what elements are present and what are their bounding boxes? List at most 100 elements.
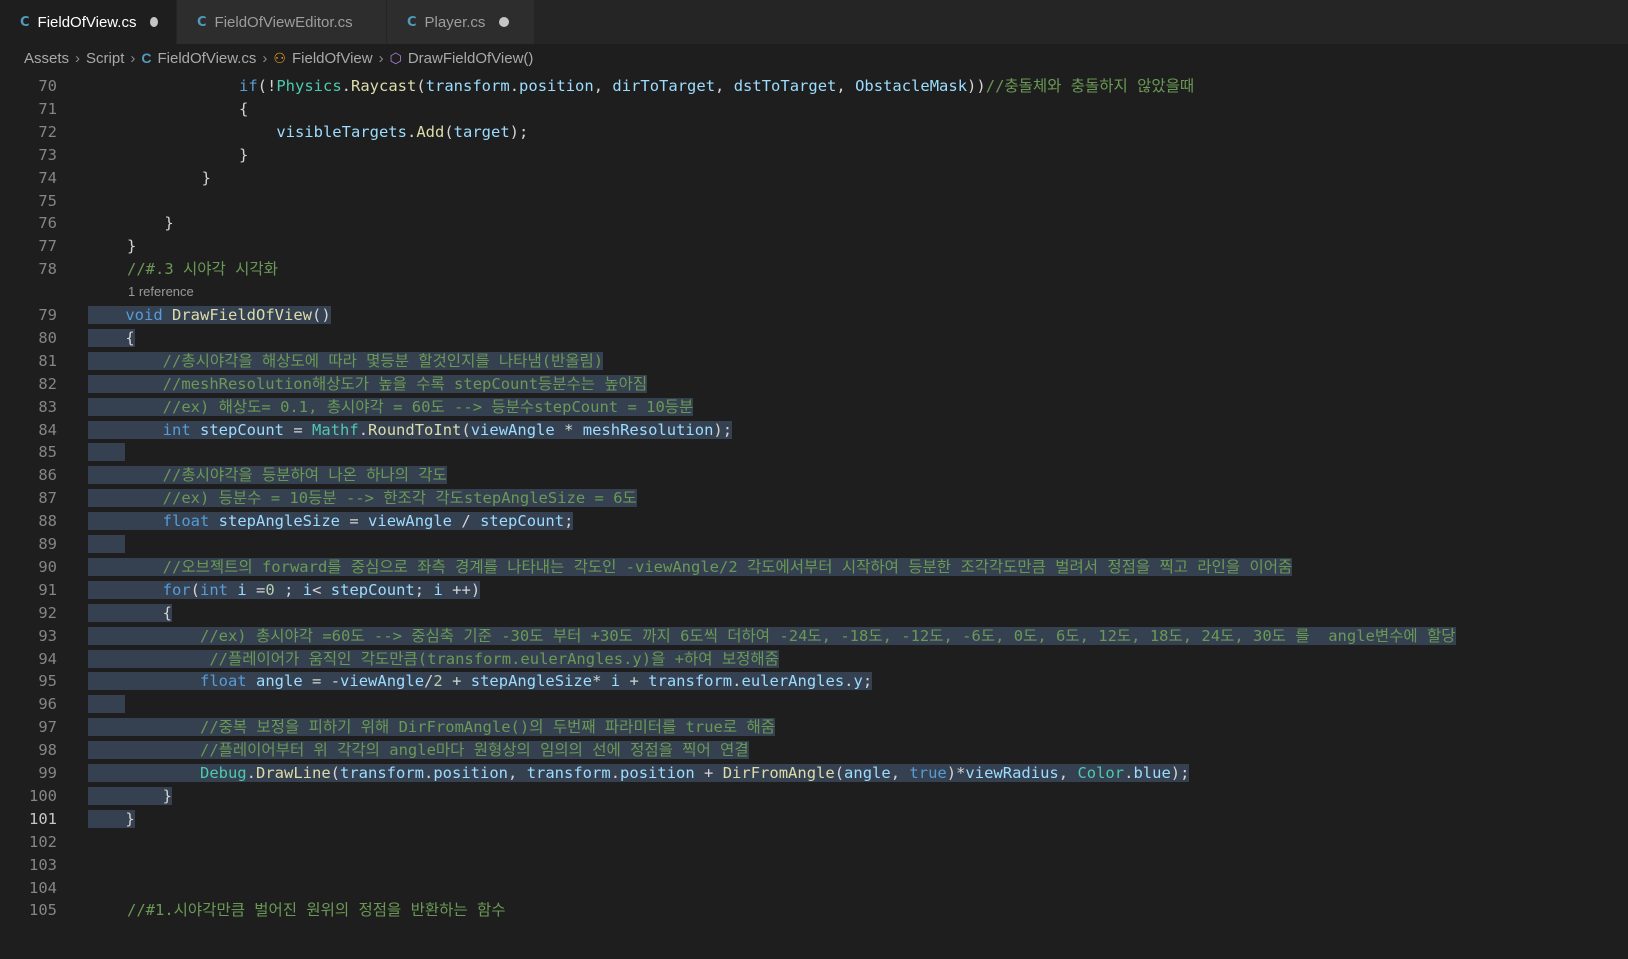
code-text: if(!Physics.Raycast(transform.position, …: [238, 77, 1195, 95]
code-line[interactable]: 82 //meshResolution해상도가 높을 수록 stepCount등…: [0, 373, 1628, 397]
line-number: 96: [38, 695, 57, 714]
breadcrumb-item-assets[interactable]: Assets: [24, 50, 69, 67]
breadcrumb-item-file[interactable]: FieldOfView.cs: [157, 50, 256, 67]
code-line[interactable]: 74 }: [0, 167, 1628, 191]
line-number: 79: [38, 306, 57, 324]
code-text: //ex) 등분수 = 10등분 --> 한조각 각도stepAngleSize…: [88, 487, 637, 511]
code-line[interactable]: 90 //오브젝트의 forward를 중심으로 좌측 경계를 나타내는 각도인…: [0, 556, 1628, 580]
chevron-right-icon: ›: [75, 49, 81, 67]
tab-fieldofview-cs[interactable]: C FieldOfView.cs: [0, 0, 177, 44]
code-text: }: [164, 214, 174, 233]
code-line[interactable]: 84 int stepCount = Mathf.RoundToInt(view…: [0, 419, 1628, 443]
line-number: 88: [38, 512, 57, 531]
code-text: //플레이어부터 위 각각의 angle마다 원형상의 임의의 선에 정점을 찍…: [88, 739, 749, 763]
line-number: 103: [29, 855, 57, 874]
code-line[interactable]: 73 }: [0, 144, 1628, 168]
code-text: Debug.DrawLine(transform.position, trans…: [88, 762, 1190, 786]
code-text: {: [238, 99, 249, 118]
close-icon[interactable]: [367, 17, 368, 27]
line-number: 78: [38, 260, 57, 279]
code-line[interactable]: 91 for(int i =0 ; i< stepCount; i ++): [0, 579, 1628, 603]
modified-dot-icon[interactable]: [150, 17, 158, 27]
csharp-file-icon: C: [407, 14, 417, 30]
code-text: [88, 533, 126, 557]
code-line[interactable]: 71 {: [0, 98, 1628, 122]
breadcrumb-item-script[interactable]: Script: [86, 50, 124, 67]
modified-dot-icon[interactable]: [499, 17, 510, 27]
code-line[interactable]: 103: [0, 854, 1628, 878]
line-number: 102: [29, 832, 57, 851]
tab-fieldofvieweditor-cs[interactable]: C FieldOfViewEditor.cs: [177, 0, 387, 44]
code-line[interactable]: 100 }: [0, 785, 1628, 809]
code-line[interactable]: 76 }: [0, 212, 1628, 236]
code-text: float stepAngleSize = viewAngle / stepCo…: [88, 510, 574, 534]
line-number: 91: [38, 580, 57, 599]
line-number: 87: [38, 489, 57, 508]
code-text: //ex) 총시야각 =60도 --> 중심축 기준 -30도 부터 +30도 …: [88, 625, 1456, 649]
line-number: 89: [38, 535, 57, 553]
code-line[interactable]: 92 {: [0, 602, 1628, 626]
code-line[interactable]: 102: [0, 831, 1628, 855]
code-line[interactable]: 81 //총시야각을 해상도에 따라 몇등분 할것인지를 나타냄(반올림): [0, 350, 1628, 374]
breadcrumb: Assets › Script › C FieldOfView.cs › ⚇ F…: [0, 44, 1628, 72]
code-line[interactable]: 78 //#.3 시야각 시각화: [0, 258, 1628, 282]
code-line[interactable]: 105 //#1.시야각만큼 벌어진 원위의 정점을 반환하는 함수: [0, 899, 1628, 923]
line-number: 74: [38, 168, 57, 187]
line-number: 82: [38, 374, 57, 393]
code-line[interactable]: 85: [0, 441, 1628, 465]
code-text: }: [201, 168, 211, 187]
code-line[interactable]: 72 visibleTargets.Add(target);: [0, 121, 1628, 145]
code-line[interactable]: 88 float stepAngleSize = viewAngle / ste…: [0, 510, 1628, 534]
code-text: float angle = -viewAngle/2 + stepAngleSi…: [88, 670, 873, 694]
breadcrumb-item-class[interactable]: FieldOfView: [292, 50, 373, 67]
chevron-right-icon: ›: [130, 49, 136, 67]
code-text: for(int i =0 ; i< stepCount; i ++): [88, 579, 481, 603]
chevron-right-icon: ›: [262, 49, 268, 67]
code-line[interactable]: 99 Debug.DrawLine(transform.position, tr…: [0, 762, 1628, 786]
code-text: //meshResolution해상도가 높을 수록 stepCount등분수는…: [88, 373, 648, 397]
code-line[interactable]: 95 float angle = -viewAngle/2 + stepAngl…: [0, 670, 1628, 694]
tab-label: FieldOfViewEditor.cs: [214, 13, 353, 31]
code-line[interactable]: 86 //총시야각을 등분하여 나온 하나의 각도: [0, 464, 1628, 488]
code-line[interactable]: 80 {: [0, 327, 1628, 351]
tab-player-cs[interactable]: C Player.cs: [387, 0, 535, 44]
code-line[interactable]: 93 //ex) 총시야각 =60도 --> 중심축 기준 -30도 부터 +3…: [0, 625, 1628, 649]
line-number: 75: [38, 191, 57, 210]
code-text: }: [127, 237, 137, 256]
code-line[interactable]: 97 //중복 보정을 피하기 위해 DirFromAngle()의 두번째 파…: [0, 716, 1628, 740]
line-number: 93: [38, 626, 57, 645]
tab-label: FieldOfView.cs: [37, 13, 137, 31]
line-number: 92: [38, 603, 57, 622]
line-number: 95: [38, 672, 57, 691]
line-number: 90: [38, 557, 57, 576]
code-line[interactable]: 98 //플레이어부터 위 각각의 angle마다 원형상의 임의의 선에 정점…: [0, 739, 1628, 763]
codelens-references[interactable]: 1 reference: [128, 282, 194, 302]
code-line[interactable]: 101 }: [0, 808, 1628, 832]
code-line[interactable]: 96: [0, 693, 1628, 717]
line-number: 100: [29, 786, 57, 805]
class-icon: ⚇: [273, 49, 286, 66]
code-line[interactable]: 83 //ex) 해상도= 0.1, 총시야각 = 60도 --> 등분수ste…: [0, 396, 1628, 420]
code-text: }: [88, 785, 172, 809]
line-number: 99: [38, 764, 57, 782]
csharp-file-icon: C: [197, 14, 207, 30]
breadcrumb-item-method[interactable]: DrawFieldOfView(): [408, 50, 534, 67]
code-line[interactable]: 77}: [0, 235, 1628, 259]
code-line[interactable]: 75: [0, 190, 1628, 214]
line-number: 71: [38, 99, 57, 118]
line-number: 73: [38, 145, 57, 164]
line-number: 97: [38, 718, 57, 737]
code-line[interactable]: 89: [0, 533, 1628, 557]
code-line[interactable]: 70 if(!Physics.Raycast(transform.positio…: [0, 75, 1628, 99]
line-number: 98: [38, 741, 57, 760]
csharp-file-icon: C: [141, 50, 152, 66]
line-number: 85: [38, 443, 57, 462]
code-editor[interactable]: 70 if(!Physics.Raycast(transform.positio…: [0, 72, 1628, 959]
code-line[interactable]: 104: [0, 877, 1628, 901]
line-number: 104: [29, 878, 57, 897]
code-line[interactable]: 87 //ex) 등분수 = 10등분 --> 한조각 각도stepAngleS…: [0, 487, 1628, 511]
code-text: visibleTargets.Add(target);: [276, 122, 529, 141]
code-line[interactable]: 79 void DrawFieldOfView(): [0, 304, 1628, 328]
code-line[interactable]: 94 //플레이어가 움직인 각도만큼(transform.eulerAngle…: [0, 648, 1628, 672]
line-number: 72: [38, 122, 57, 141]
